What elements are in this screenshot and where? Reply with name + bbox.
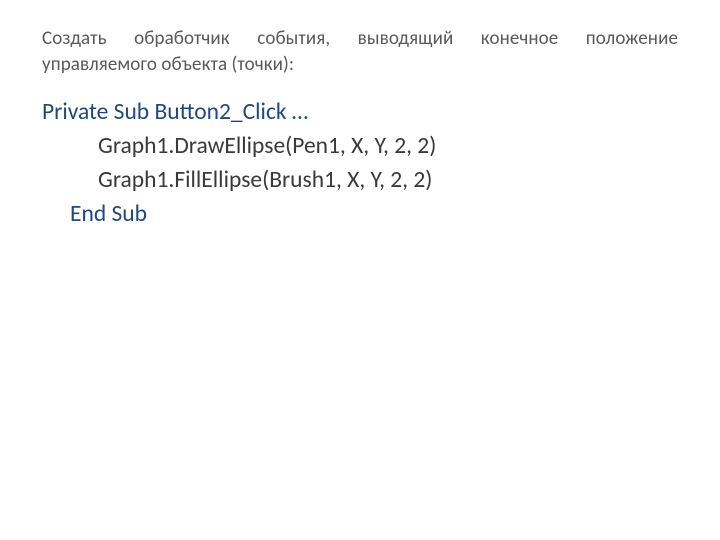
task-description-text: Создать обработчик события, выводящий ко… [42,27,678,76]
code-line-sub-declaration: Private Sub Button2_Click … [42,95,678,129]
code-line-draw-ellipse: Graph1.DrawEllipse(Pen1, X, Y, 2, 2) [98,129,678,163]
code-line-end-sub: End Sub [70,197,678,231]
code-line-fill-ellipse: Graph1.FillEllipse(Brush1, X, Y, 2, 2) [98,163,678,197]
code-block: Private Sub Button2_Click … Graph1.DrawE… [42,95,678,231]
task-description: Создать обработчик события, выводящий ко… [42,26,678,77]
